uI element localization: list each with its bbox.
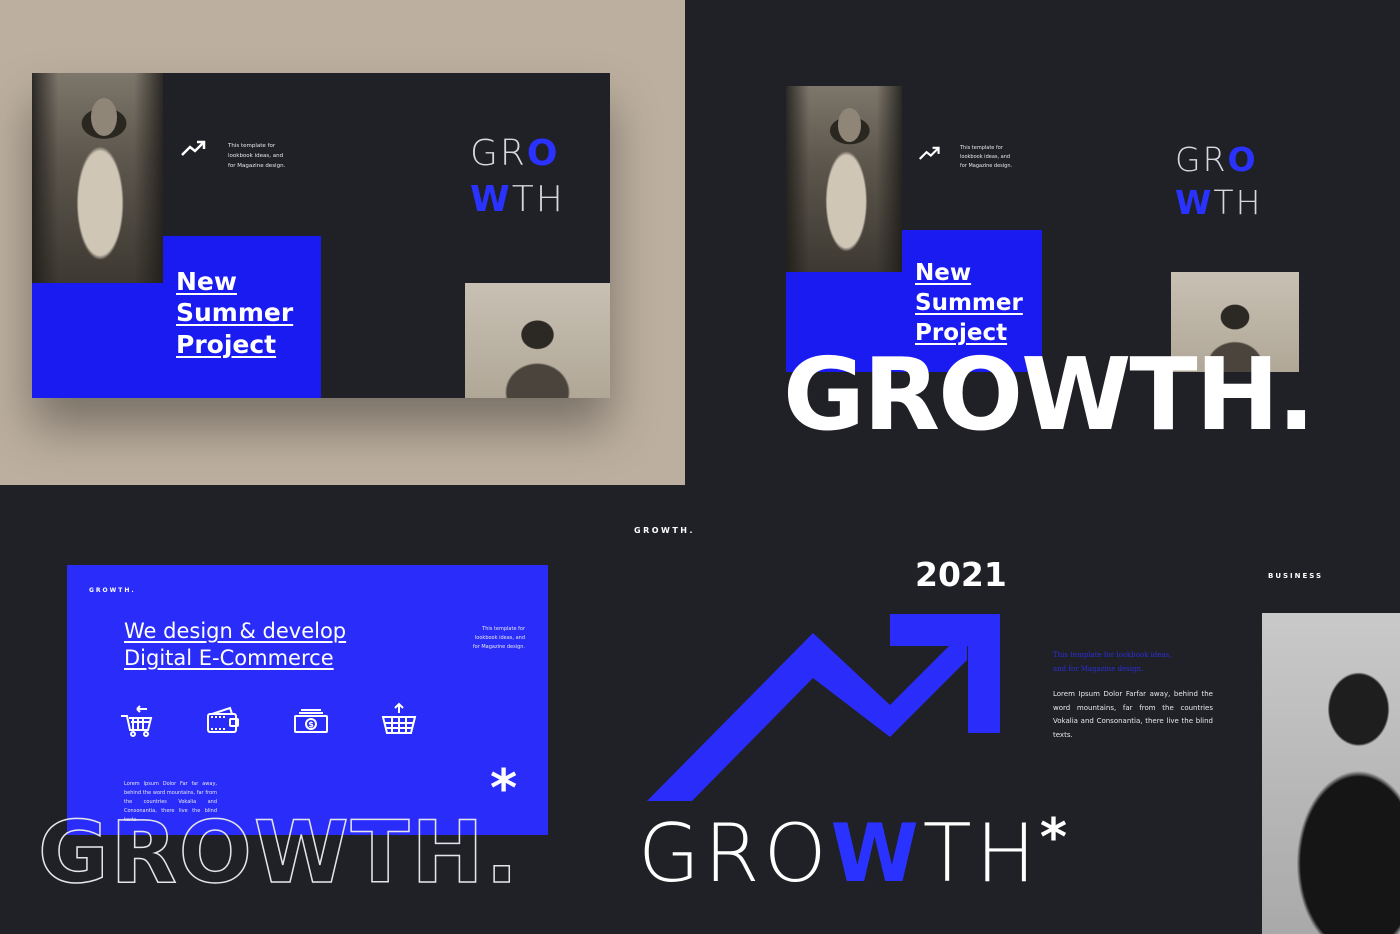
trending-up-arrow-icon (181, 140, 206, 156)
template-description: This template for lookbook ideas, and fo… (228, 143, 286, 169)
slide-preview-new-summer-project: New Summer Project This template for loo… (32, 73, 610, 398)
cart-remove-icon (121, 705, 153, 737)
cash-icon: $ (294, 709, 328, 733)
growth-arrow-shape (647, 628, 967, 801)
headline-line-new: New (176, 267, 237, 296)
blue-note-line-1: This template for lookbook ideas, (1053, 651, 1172, 659)
headline-text: New Summer Project (176, 266, 293, 360)
slide-business-2021: GROWTH. 2021 BUSINESS This template for … (600, 485, 1400, 934)
trending-up-arrow-icon (918, 146, 940, 160)
slide-ecommerce: GROWTH. We design & develop Digital E-Co… (0, 485, 600, 934)
asterisk-icon: * (1039, 808, 1072, 868)
headline-line-summer: Summer (915, 290, 1023, 316)
body-text: Lorem Ipsum Dolor Farfar away, behind th… (1053, 690, 1213, 739)
title-text: GRO (638, 807, 831, 900)
growth-stacked-logo: GRO WTH (1175, 138, 1262, 224)
logo-accent: W (470, 179, 512, 220)
basket-upload-icon (381, 702, 417, 734)
logo-text: GR (470, 133, 527, 174)
blue-block-headline: New Summer Project (163, 236, 321, 398)
photo-man-with-hat (32, 73, 163, 283)
photo-man-with-hat (786, 86, 902, 272)
growth-title: GROWTH* (638, 808, 1071, 900)
headline-line-project: Project (176, 329, 277, 359)
headline-line-summer: Summer (176, 298, 294, 328)
logo-accent: O (1227, 140, 1258, 179)
title-accent: W (830, 807, 923, 900)
logo-accent: O (526, 133, 560, 174)
wallet-icon (207, 706, 239, 733)
section-label-business: BUSINESS (1268, 572, 1324, 580)
headline-line-2: Digital E-Commerce (124, 646, 334, 670)
headline-text: New Summer Project (915, 258, 1023, 348)
title-text: TH (922, 807, 1040, 900)
headline-line-new: New (915, 260, 972, 286)
photo-woman-masked (465, 283, 610, 398)
mockup-panel-beige: New Summer Project This template for loo… (0, 0, 685, 485)
growth-arrow-graphic (647, 614, 1000, 801)
svg-text:$: $ (308, 720, 314, 729)
slide-growth-title: New Summer Project This template for loo… (685, 0, 1400, 485)
brand-label: GROWTH. (89, 587, 136, 594)
headline-line-1: We design & develop (124, 619, 347, 643)
blue-block-left (32, 283, 163, 398)
growth-outline-title: GROWTH. (37, 802, 521, 904)
template-description: This template for lookbook ideas, and fo… (472, 626, 525, 650)
logo-text: TH (1213, 183, 1263, 222)
template-description: This template for lookbook ideas, and fo… (960, 145, 1013, 169)
blue-slide-card: GROWTH. We design & develop Digital E-Co… (67, 565, 548, 835)
logo-text: GR (1175, 140, 1228, 179)
growth-big-title: GROWTH. (783, 336, 1315, 453)
growth-stacked-logo: GRO WTH (470, 131, 565, 223)
blue-note: This template for lookbook ideas, and fo… (1053, 648, 1171, 676)
photo-man-sunglasses (1262, 613, 1400, 934)
blue-note-line-2: and for Magazine design. (1053, 665, 1144, 673)
logo-accent: W (1175, 183, 1214, 222)
headline-text: We design & develop Digital E-Commerce (124, 618, 346, 672)
logo-text: TH (511, 179, 565, 220)
